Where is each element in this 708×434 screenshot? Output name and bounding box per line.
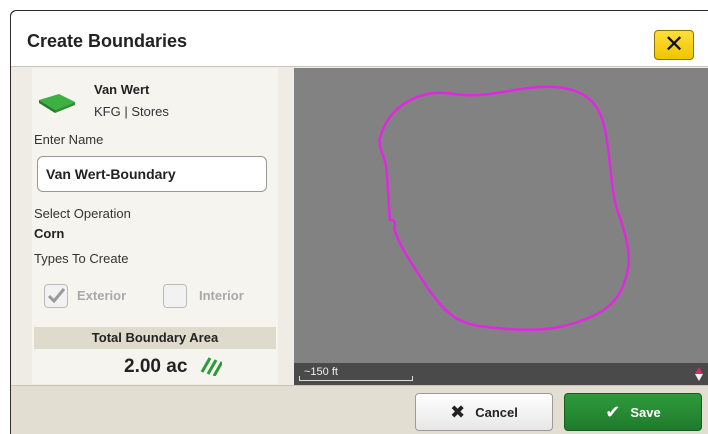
interior-checkbox[interactable] (163, 284, 187, 308)
create-boundaries-dialog: Create Boundaries ✕ ~150 ft Van Wert KFG… (11, 11, 708, 434)
interior-label: Interior (199, 288, 244, 303)
close-button[interactable]: ✕ (654, 30, 694, 60)
compass-icon (695, 367, 703, 381)
boundary-hatch-icon (200, 357, 222, 376)
dialog-title: Create Boundaries (27, 31, 188, 51)
field-name: Van Wert (94, 82, 150, 97)
scale-bar: ~150 ft (294, 363, 708, 385)
operation-value[interactable]: Corn (34, 226, 64, 241)
total-boundary-area-value: 2.00 ac (124, 356, 188, 377)
field-subtitle: KFG | Stores (94, 104, 169, 119)
cancel-x-icon: ✖ (450, 402, 466, 422)
cancel-label: Cancel (475, 404, 518, 420)
boundary-name-input[interactable]: Van Wert-Boundary (37, 156, 267, 192)
cancel-button[interactable]: ✖ Cancel (415, 393, 553, 431)
select-operation-label: Select Operation (34, 206, 131, 221)
enter-name-label: Enter Name (34, 132, 104, 147)
scale-label: ~150 ft (304, 366, 338, 378)
dialog-footer: ✖ Cancel ✔ Save (11, 385, 708, 434)
checkmark-icon: ✔ (605, 402, 621, 422)
exterior-checkbox[interactable] (44, 284, 68, 308)
save-label: Save (630, 404, 661, 420)
map-view[interactable] (294, 68, 708, 384)
total-boundary-area-header: Total Boundary Area (34, 327, 276, 349)
exterior-label: Exterior (77, 288, 127, 303)
boundary-outline (378, 85, 631, 331)
checkmark-icon (47, 288, 66, 304)
close-icon: ✕ (663, 31, 685, 58)
types-to-create-label: Types To Create (34, 251, 129, 266)
field-icon (39, 94, 75, 113)
title-bar: Create Boundaries ✕ (11, 11, 708, 67)
boundary-settings-panel: Van Wert KFG | Stores Enter Name Van Wer… (32, 68, 278, 384)
save-button[interactable]: ✔ Save (564, 393, 702, 431)
